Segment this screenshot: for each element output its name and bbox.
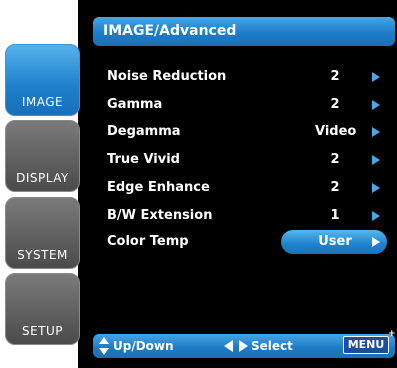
tab-display-label: DISPLAY bbox=[16, 171, 69, 185]
setting-label: Degamma bbox=[107, 124, 181, 139]
setting-label: B/W Extension bbox=[107, 208, 213, 223]
tab-system-label: SYSTEM bbox=[17, 248, 68, 262]
right-triangle-icon[interactable] bbox=[372, 100, 380, 110]
left-right-arrows-icon bbox=[224, 340, 248, 352]
setting-label: Color Temp bbox=[107, 234, 189, 249]
setting-bw-extension[interactable]: B/W Extension 1 bbox=[107, 205, 387, 227]
setting-value: 2 bbox=[330, 97, 340, 112]
plus-icon: + bbox=[388, 329, 396, 339]
setting-label: Edge Enhance bbox=[107, 180, 210, 195]
setting-label: True Vivid bbox=[107, 152, 180, 167]
setting-noise-reduction[interactable]: Noise Reduction 2 bbox=[107, 66, 387, 88]
right-triangle-icon[interactable] bbox=[372, 155, 380, 165]
setting-value: User bbox=[318, 234, 352, 249]
right-triangle-icon[interactable] bbox=[372, 211, 380, 221]
page-title: IMAGE/Advanced bbox=[93, 17, 395, 46]
setting-value: 2 bbox=[330, 180, 340, 195]
right-triangle-icon[interactable] bbox=[372, 127, 380, 137]
setting-edge-enhance[interactable]: Edge Enhance 2 bbox=[107, 177, 387, 199]
setting-value: 2 bbox=[330, 152, 340, 167]
setting-value: Video bbox=[315, 124, 357, 139]
right-triangle-icon[interactable] bbox=[372, 237, 380, 247]
right-triangle-icon[interactable] bbox=[372, 72, 380, 82]
setting-label: Noise Reduction bbox=[107, 69, 227, 84]
setting-label: Gamma bbox=[107, 97, 163, 112]
footer-bar: Up/Down Select MENU + bbox=[93, 330, 396, 358]
tab-setup-label: SETUP bbox=[21, 324, 64, 338]
setting-value: 2 bbox=[330, 69, 340, 84]
setting-degamma[interactable]: Degamma Video bbox=[107, 121, 387, 143]
setting-gamma[interactable]: Gamma 2 bbox=[107, 94, 387, 116]
up-down-arrows-icon bbox=[99, 337, 109, 355]
tab-system[interactable]: SYSTEM bbox=[5, 197, 80, 269]
tab-display[interactable]: DISPLAY bbox=[5, 120, 80, 192]
right-triangle-icon[interactable] bbox=[372, 183, 380, 193]
tab-image-label: IMAGE bbox=[21, 95, 64, 109]
tab-image[interactable]: IMAGE bbox=[5, 44, 80, 116]
setting-color-temp[interactable]: Color Temp User bbox=[107, 231, 387, 253]
tab-setup[interactable]: SETUP bbox=[5, 273, 80, 345]
setting-value: 1 bbox=[330, 208, 340, 223]
updown-hint: Up/Down bbox=[113, 339, 174, 353]
setting-true-vivid[interactable]: True Vivid 2 bbox=[107, 149, 387, 171]
select-hint: Select bbox=[251, 339, 293, 353]
menu-button[interactable]: MENU bbox=[343, 336, 389, 354]
